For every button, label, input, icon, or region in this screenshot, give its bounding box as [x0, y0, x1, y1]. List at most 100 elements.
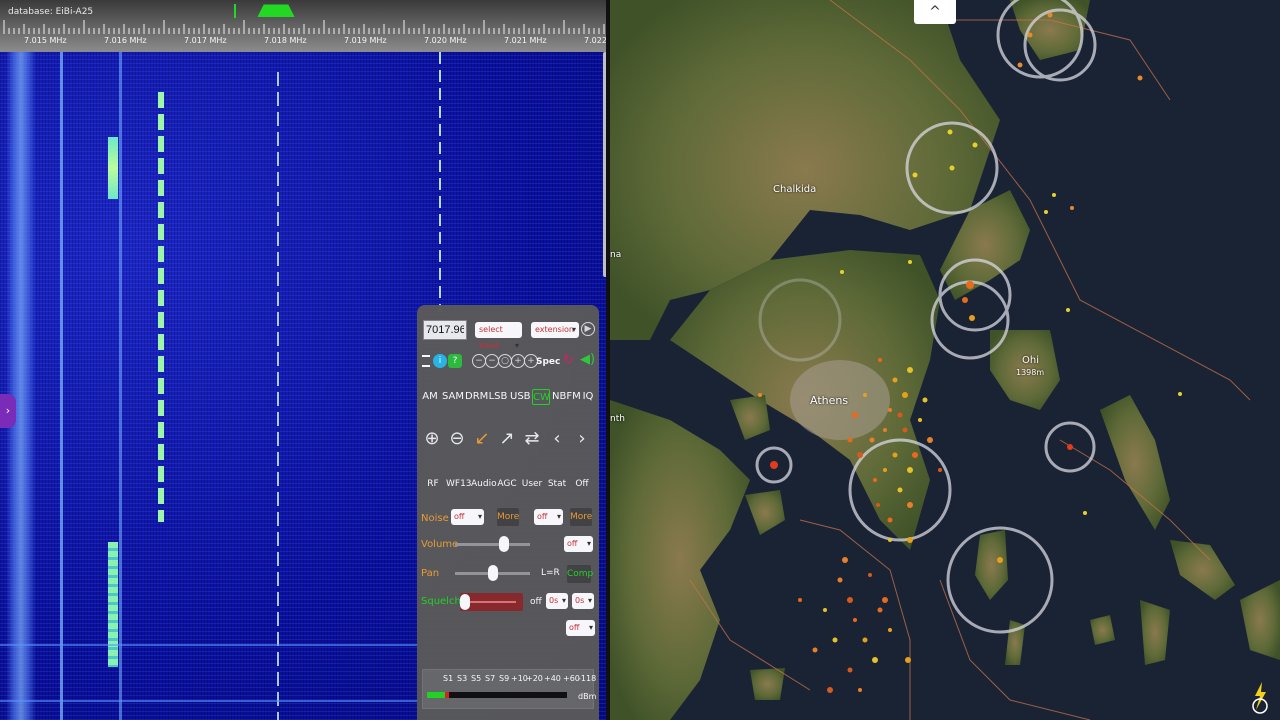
mode-lsb[interactable]: LSB	[488, 389, 508, 405]
mode-cw[interactable]: CW	[532, 389, 550, 405]
quake-dot	[882, 597, 888, 603]
squelch-off: off	[530, 597, 542, 607]
speaker-icon[interactable]: ◀)	[580, 352, 595, 367]
swap-icon[interactable]: ⇄	[521, 421, 543, 457]
smeter-tick: +20	[526, 674, 543, 683]
mode-iq[interactable]: IQ	[581, 389, 595, 405]
quake-dot	[883, 428, 887, 432]
zoom-out-icon[interactable]: −	[472, 354, 486, 368]
quake-dot	[888, 408, 892, 412]
label-edge-nth: nth	[610, 414, 625, 424]
earthquake-map[interactable]: ^ Chalkida Athens Ohi 1398m na nth	[610, 0, 1280, 720]
quake-dot	[872, 657, 878, 663]
frequency-input[interactable]	[423, 320, 467, 340]
signal-trace	[108, 137, 118, 199]
pan-knob[interactable]	[488, 565, 498, 581]
signal-trace	[119, 52, 122, 720]
mode-drm[interactable]: DRM	[465, 389, 488, 405]
noise-more-button-1[interactable]: More	[497, 508, 519, 526]
noise-select-1[interactable]: off	[451, 509, 484, 525]
quake-dot	[938, 468, 942, 472]
tab-audio[interactable]: Audio	[471, 472, 497, 496]
mode-usb[interactable]: USB	[510, 389, 531, 405]
mode-am[interactable]: AM	[420, 389, 440, 405]
volume-select[interactable]: off	[564, 536, 593, 552]
quake-dot	[927, 437, 933, 443]
prev-icon[interactable]: ‹	[546, 421, 568, 457]
noise-select-2[interactable]: off	[534, 509, 563, 525]
quake-dot	[862, 637, 868, 643]
freq-label: 7.015 MHz	[24, 36, 67, 45]
passband-marker[interactable]	[256, 3, 296, 18]
map-canvas	[610, 0, 1280, 720]
database-label: database: EiBi-A25	[8, 7, 94, 17]
control-panel: select band extension ▶ i ? − − ○ + + Sp…	[417, 305, 599, 720]
squelch-select-2[interactable]: 0s	[572, 593, 594, 609]
zoom-to-passband-icon[interactable]: ↙	[471, 421, 493, 457]
next-icon[interactable]: ›	[571, 421, 593, 457]
island-south	[750, 668, 785, 700]
help-icon[interactable]: ?	[448, 354, 462, 368]
band-select[interactable]: select band	[475, 322, 522, 354]
menu-icon[interactable]	[422, 355, 430, 367]
collapse-button[interactable]: ^	[914, 0, 956, 24]
tab-stat[interactable]: Stat	[546, 472, 568, 496]
quake-dot	[858, 688, 862, 692]
pan-value: L=R	[541, 568, 560, 578]
squelch-slider[interactable]	[460, 593, 523, 611]
smeter-tick: S1	[443, 674, 454, 683]
comp-button[interactable]: Comp	[567, 565, 593, 583]
signal-trace	[0, 700, 417, 702]
volume-knob[interactable]	[498, 536, 509, 552]
smeter-tick: -118	[578, 674, 597, 683]
sdr-receiver: database: EiBi-A25 7.015 MHz 7.016 MHz 7…	[0, 0, 610, 720]
quake-dot	[878, 358, 882, 362]
volume-label: Volume	[421, 539, 459, 550]
zoom-plus-icon[interactable]: +	[511, 354, 525, 368]
volume-slider[interactable]	[455, 536, 530, 552]
tab-wf13[interactable]: WF13	[446, 472, 472, 496]
lightning-icon[interactable]	[1246, 680, 1274, 714]
label-chalkida: Chalkida	[773, 184, 817, 195]
quake-dot	[868, 573, 872, 577]
pan-label: Pan	[421, 568, 440, 579]
tab-user[interactable]: User	[521, 472, 543, 496]
smeter-unit: dBm	[578, 692, 597, 701]
squelch-label[interactable]: Squelch	[421, 596, 461, 607]
mode-nbfm[interactable]: NBFM	[552, 389, 581, 405]
quake-dot	[827, 687, 833, 693]
signal-trace	[0, 644, 417, 646]
extension-select[interactable]: extension	[531, 322, 579, 338]
smeter-tick: S7	[485, 674, 496, 683]
zoom-center-icon[interactable]: ○	[498, 354, 512, 368]
quake-dot	[907, 502, 913, 508]
zoom-in-large-icon[interactable]: ⊕	[421, 421, 443, 457]
quake-dot	[907, 367, 913, 373]
squelch-knob[interactable]	[460, 594, 470, 610]
label-edge-na: na	[610, 250, 622, 260]
screen: database: EiBi-A25 7.015 MHz 7.016 MHz 7…	[0, 0, 1280, 720]
side-panel-toggle[interactable]: ›	[0, 394, 16, 428]
tab-off[interactable]: Off	[571, 472, 593, 496]
info-icon[interactable]: i	[433, 354, 447, 368]
quake-dot	[887, 517, 893, 523]
mode-sam[interactable]: SAM	[442, 389, 464, 405]
frequency-scale[interactable]: database: EiBi-A25 7.015 MHz 7.016 MHz 7…	[0, 0, 610, 52]
pan-slider[interactable]	[455, 565, 530, 581]
squelch-select-1[interactable]: 0s	[546, 593, 568, 609]
spec-button[interactable]: Spec	[536, 354, 560, 370]
tab-agc[interactable]: AGC	[496, 472, 518, 496]
squelch-select-3[interactable]: off	[566, 620, 595, 636]
reload-icon[interactable]: ↻	[563, 353, 574, 368]
noise-more-button-2[interactable]: More	[570, 508, 592, 526]
tab-rf[interactable]: RF	[422, 472, 444, 496]
zoom-minus-icon[interactable]: −	[485, 354, 499, 368]
quake-dot	[853, 618, 857, 622]
quake-dot	[912, 452, 918, 458]
peloponnese	[610, 400, 750, 720]
play-icon[interactable]: ▶	[581, 322, 595, 336]
zoom-max-icon[interactable]: ↗	[496, 421, 518, 457]
zoom-out-large-icon[interactable]: ⊖	[446, 421, 468, 457]
freq-label: 7.018 MHz	[264, 36, 307, 45]
quake-dot	[902, 427, 908, 433]
